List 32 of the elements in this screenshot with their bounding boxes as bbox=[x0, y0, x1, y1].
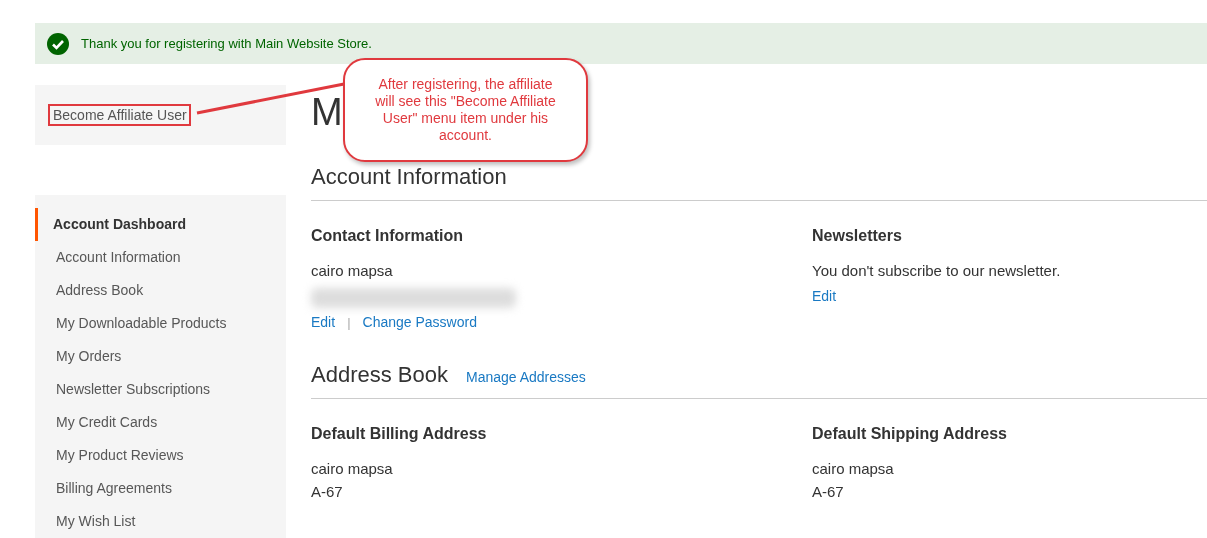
sidebar-item[interactable]: My Downloadable Products bbox=[35, 307, 286, 340]
info-text: A-67 bbox=[311, 482, 344, 502]
sidebar-item[interactable]: Newsletter Subscriptions bbox=[35, 373, 286, 406]
section-title: Account Information bbox=[311, 164, 507, 190]
info-text: You don't subscribe to our newsletter. bbox=[812, 261, 1062, 281]
sidebar-item[interactable]: Billing Agreements bbox=[35, 472, 286, 505]
info-text: cairo mapsa bbox=[311, 261, 394, 281]
action-link[interactable]: Change Password bbox=[362, 314, 477, 330]
success-message: Thank you for registering with Main Website Store. bbox=[81, 36, 372, 51]
action-link[interactable]: Edit bbox=[311, 314, 336, 330]
success-check-icon bbox=[47, 32, 69, 55]
separator: | bbox=[347, 314, 351, 330]
info-text: A-67 bbox=[812, 482, 845, 502]
info-text: cairo mapsa bbox=[311, 459, 394, 479]
page-title: M bbox=[311, 90, 343, 135]
sidebar-item[interactable]: My Credit Cards bbox=[35, 406, 286, 439]
action-link[interactable]: Edit bbox=[812, 288, 837, 304]
sidebar-item[interactable]: Address Book bbox=[35, 274, 286, 307]
section-title: Address Book bbox=[311, 362, 448, 388]
box-title: Contact Information bbox=[311, 227, 464, 245]
callout-text: After registering, the affiliate will see this "Become Affiliate User" menu item under his account. bbox=[374, 76, 557, 144]
sidebar-item[interactable]: Account Information bbox=[35, 241, 286, 274]
sidebar-item[interactable]: My Wish List bbox=[35, 505, 286, 538]
info-text: cairo mapsa bbox=[812, 459, 895, 479]
sidebar-item[interactable]: My Orders bbox=[35, 340, 286, 373]
sidebar-item[interactable]: My Product Reviews bbox=[35, 439, 286, 472]
manage-link[interactable]: Manage Addresses bbox=[465, 369, 586, 385]
affiliate-link[interactable]: Become Affiliate User bbox=[53, 107, 187, 123]
box-title: Default Billing Address bbox=[311, 425, 488, 443]
box-title: Newsletters bbox=[812, 227, 903, 245]
sidebar-item[interactable]: Account Dashboard bbox=[35, 208, 286, 241]
box-title: Default Shipping Address bbox=[812, 425, 1008, 443]
